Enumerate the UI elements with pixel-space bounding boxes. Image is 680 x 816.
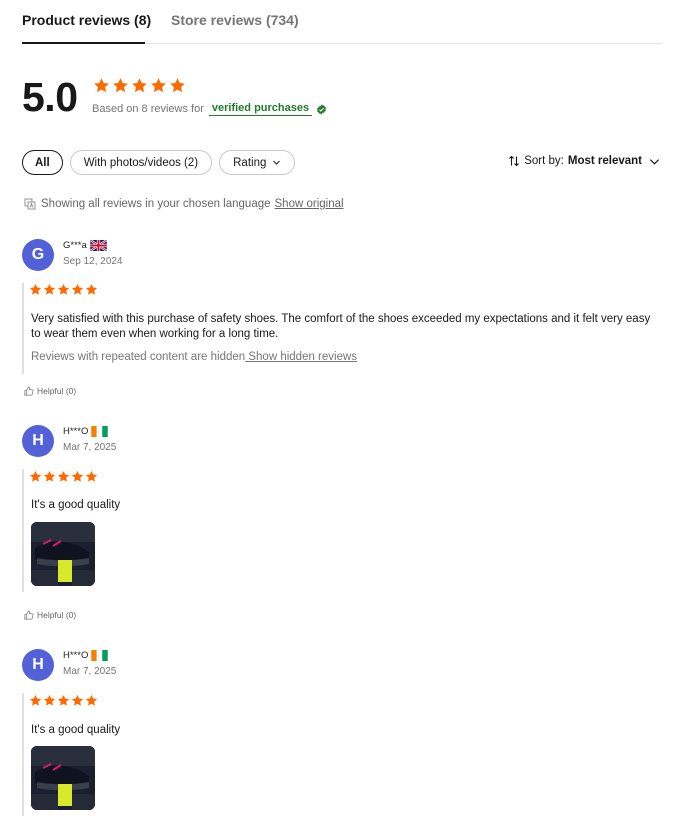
review-rating-stars (29, 283, 98, 296)
helpful-count: Helpful (0) (37, 610, 77, 620)
helpful-count: Helpful (0) (37, 386, 77, 396)
review-text: It's a good quality (31, 499, 121, 511)
thumbs-up-icon (24, 386, 34, 396)
review-rating-stars (29, 470, 98, 483)
review-divider (22, 283, 24, 374)
filter-rating-label: Rating (233, 156, 267, 169)
average-rating-stars (93, 77, 186, 94)
star-icon (71, 694, 84, 706)
review-date: Sep 12, 2024 (63, 256, 123, 267)
star-icon (43, 694, 56, 706)
shoe-photo (31, 746, 95, 810)
hidden-reviews-text: Reviews with repeated content are hidden (31, 351, 246, 363)
reviewer-name-text: H***O (63, 426, 89, 437)
translate-icon (24, 198, 36, 210)
tab-product-reviews[interactable]: Product reviews (8) (22, 12, 151, 28)
thumbs-up-icon (24, 610, 34, 620)
reviewer-name: G***a (63, 240, 107, 251)
star-icon (71, 283, 84, 295)
active-tab-indicator (22, 42, 145, 44)
reviewer-name: H***O (63, 650, 109, 661)
language-notice-text: Showing all reviews in your chosen langu… (41, 198, 271, 210)
sort-dropdown[interactable]: Sort by: Most relevant (508, 155, 660, 167)
tab-store-reviews[interactable]: Store reviews (734) (171, 12, 299, 28)
show-hidden-reviews-link[interactable]: Show hidden reviews (245, 351, 357, 363)
show-original-link[interactable]: Show original (275, 198, 344, 210)
helpful-button[interactable]: Helpful (0) (24, 386, 76, 396)
filter-rating[interactable]: Rating (219, 150, 296, 175)
uk-flag-icon (89, 240, 107, 251)
chevron-down-icon (649, 158, 660, 165)
review-rating-stars (29, 694, 98, 707)
shoe-photo (31, 522, 95, 586)
star-icon (43, 283, 56, 295)
language-notice: Showing all reviews in your chosen langu… (24, 198, 344, 210)
based-on-text: Based on 8 reviews for (92, 103, 204, 115)
avatar: H (22, 425, 54, 457)
reviewer-name: H***O (63, 426, 109, 437)
star-icon (85, 694, 98, 706)
star-icon (57, 694, 70, 706)
helpful-button[interactable]: Helpful (0) (24, 610, 76, 620)
star-icon (113, 78, 128, 93)
star-icon (85, 470, 98, 482)
review-photo-thumbnail[interactable] (31, 746, 95, 810)
sort-value: Most relevant (567, 155, 642, 167)
review-divider (22, 693, 24, 816)
star-icon (57, 283, 70, 295)
review-tabs: Product reviews (8) Store reviews (734) (22, 0, 662, 44)
review-divider (22, 469, 24, 592)
star-icon (94, 78, 109, 93)
ivory-coast-flag-icon (91, 426, 109, 437)
hidden-reviews-note: Reviews with repeated content are hidden… (31, 351, 357, 363)
ivory-coast-flag-icon (91, 650, 109, 661)
review-date: Mar 7, 2025 (63, 666, 117, 677)
filter-with-photos[interactable]: With photos/videos (2) (69, 150, 213, 175)
star-icon (132, 78, 147, 93)
reviewer-name-text: G***a (63, 240, 87, 251)
review-photo-thumbnail[interactable] (31, 522, 95, 586)
verified-badge-icon (317, 103, 327, 115)
star-icon (151, 78, 166, 93)
sort-label: Sort by: (524, 155, 564, 167)
review-text: Very satisfied with this purchase of saf… (31, 313, 651, 340)
reviews-basis: Based on 8 reviews for verified purchase… (92, 102, 327, 116)
star-icon (170, 78, 185, 93)
star-icon (29, 694, 42, 706)
star-icon (43, 470, 56, 482)
reviewer-name-text: H***O (63, 650, 89, 661)
chevron-down-icon (273, 160, 281, 165)
filter-all[interactable]: All (22, 150, 63, 175)
star-icon (71, 470, 84, 482)
review-date: Mar 7, 2025 (63, 442, 117, 453)
avatar: H (22, 649, 54, 681)
star-icon (29, 470, 42, 482)
review-text: It's a good quality (31, 724, 121, 736)
star-icon (85, 283, 98, 295)
filter-chips: All With photos/videos (2) Rating (22, 150, 296, 175)
avatar: G (22, 239, 54, 271)
average-score: 5.0 (22, 74, 78, 120)
sort-icon (509, 155, 520, 167)
verified-purchases-link[interactable]: verified purchases (208, 102, 313, 116)
star-icon (57, 470, 70, 482)
star-icon (29, 283, 42, 295)
